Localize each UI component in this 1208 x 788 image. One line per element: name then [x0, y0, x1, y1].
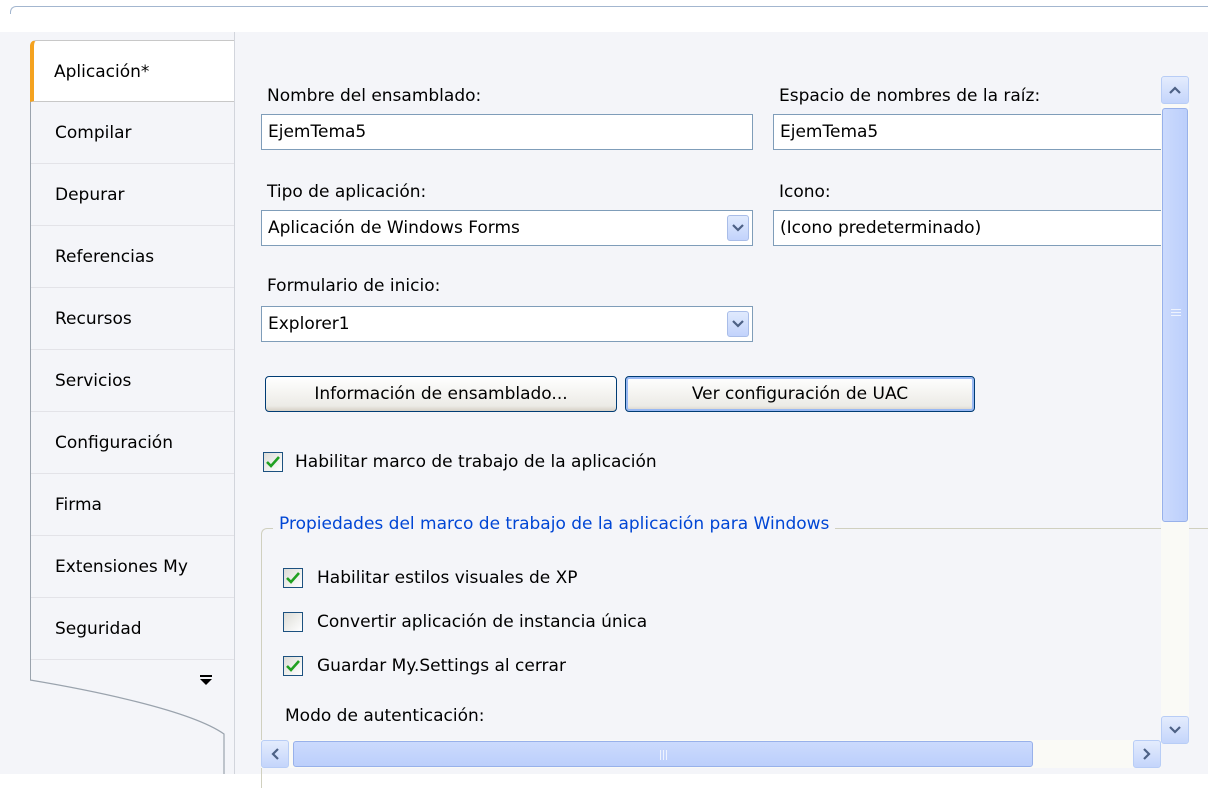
tab-extensiones-my[interactable]: Extensiones My: [31, 536, 235, 598]
uac-settings-button[interactable]: Ver configuración de UAC: [625, 376, 975, 412]
scroll-right-button[interactable]: [1133, 740, 1161, 768]
icon-label: Icono:: [779, 182, 831, 202]
chevron-down-icon[interactable]: [727, 215, 749, 241]
chevron-down-glyph: [732, 320, 744, 328]
checkmark-icon: [286, 572, 300, 584]
assembly-info-button[interactable]: Información de ensamblado...: [265, 376, 617, 412]
vertical-scrollbar[interactable]: [1161, 76, 1189, 744]
tab-compilar[interactable]: Compilar: [31, 102, 235, 164]
scroll-left-button[interactable]: [261, 740, 289, 768]
tab-label: Extensiones My: [55, 557, 188, 577]
enable-framework-label: Habilitar marco de trabajo de la aplicac…: [295, 452, 657, 472]
xp-visual-styles-checkbox[interactable]: [283, 568, 303, 588]
app-type-select[interactable]: Aplicación de Windows Forms: [261, 210, 753, 246]
root-namespace-label: Espacio de nombres de la raíz:: [779, 86, 1041, 106]
horizontal-scrollbar[interactable]: [261, 740, 1161, 768]
chevron-right-icon: [1143, 748, 1151, 760]
app-type-value: Aplicación de Windows Forms: [268, 218, 520, 238]
vertical-tab-list: Aplicación* Compilar Depurar Referencias…: [30, 40, 236, 680]
tab-label: Configuración: [55, 433, 173, 453]
scroll-down-button[interactable]: [1161, 716, 1189, 744]
tab-label: Recursos: [55, 309, 132, 329]
startup-form-label: Formulario de inicio:: [267, 276, 441, 296]
scroll-up-button[interactable]: [1161, 76, 1189, 104]
app-type-label: Tipo de aplicación:: [267, 182, 427, 202]
enable-framework-checkbox[interactable]: [263, 452, 283, 472]
framework-properties-title: Propiedades del marco de trabajo de la a…: [273, 514, 836, 534]
more-tabs-icon[interactable]: [200, 674, 212, 689]
chevron-down-glyph: [732, 224, 744, 232]
tab-aplicacion[interactable]: Aplicación*: [30, 40, 236, 102]
tab-recursos[interactable]: Recursos: [31, 288, 235, 350]
chevron-up-icon: [1169, 86, 1181, 94]
tab-label: Firma: [55, 495, 102, 515]
assembly-name-label: Nombre del ensamblado:: [267, 86, 482, 106]
assembly-name-input[interactable]: EjemTema5: [261, 114, 753, 150]
chevron-down-icon[interactable]: [727, 311, 749, 337]
auth-mode-label: Modo de autenticación:: [285, 706, 485, 726]
root-namespace-input[interactable]: EjemTema5: [773, 114, 1161, 150]
single-instance-label: Convertir aplicación de instancia única: [317, 612, 648, 632]
tab-label: Aplicación*: [54, 62, 150, 82]
more-tabs-glyph: [200, 675, 212, 685]
startup-form-select[interactable]: Explorer1: [261, 306, 753, 342]
grip-icon: [660, 750, 667, 760]
chevron-down-icon: [1169, 726, 1181, 734]
tab-label: Depurar: [55, 185, 125, 205]
window-frame: [10, 6, 1208, 14]
tab-label: Seguridad: [55, 619, 142, 639]
checkmark-icon: [286, 660, 300, 672]
chevron-left-icon: [271, 748, 279, 760]
save-settings-checkbox[interactable]: [283, 656, 303, 676]
grip-icon: [1171, 309, 1181, 316]
horizontal-scroll-thumb[interactable]: [293, 741, 1033, 767]
tab-label: Referencias: [55, 247, 155, 267]
tab-configuracion[interactable]: Configuración: [31, 412, 235, 474]
startup-form-value: Explorer1: [268, 314, 350, 334]
xp-visual-styles-label: Habilitar estilos visuales de XP: [317, 568, 578, 588]
application-properties-panel: Nombre del ensamblado: EjemTema5 Espacio…: [234, 32, 1208, 788]
checkmark-icon: [266, 456, 280, 468]
tab-referencias[interactable]: Referencias: [31, 226, 235, 288]
tab-servicios[interactable]: Servicios: [31, 350, 235, 412]
tab-label: Servicios: [55, 371, 132, 391]
icon-select[interactable]: (Icono predeterminado): [773, 210, 1161, 246]
tab-label: Compilar: [55, 123, 132, 143]
single-instance-checkbox[interactable]: [283, 612, 303, 632]
save-settings-label: Guardar My.Settings al cerrar: [317, 656, 566, 676]
vertical-scroll-thumb[interactable]: [1162, 108, 1188, 522]
tab-firma[interactable]: Firma: [31, 474, 235, 536]
tab-seguridad[interactable]: Seguridad: [31, 598, 235, 660]
tab-depurar[interactable]: Depurar: [31, 164, 235, 226]
